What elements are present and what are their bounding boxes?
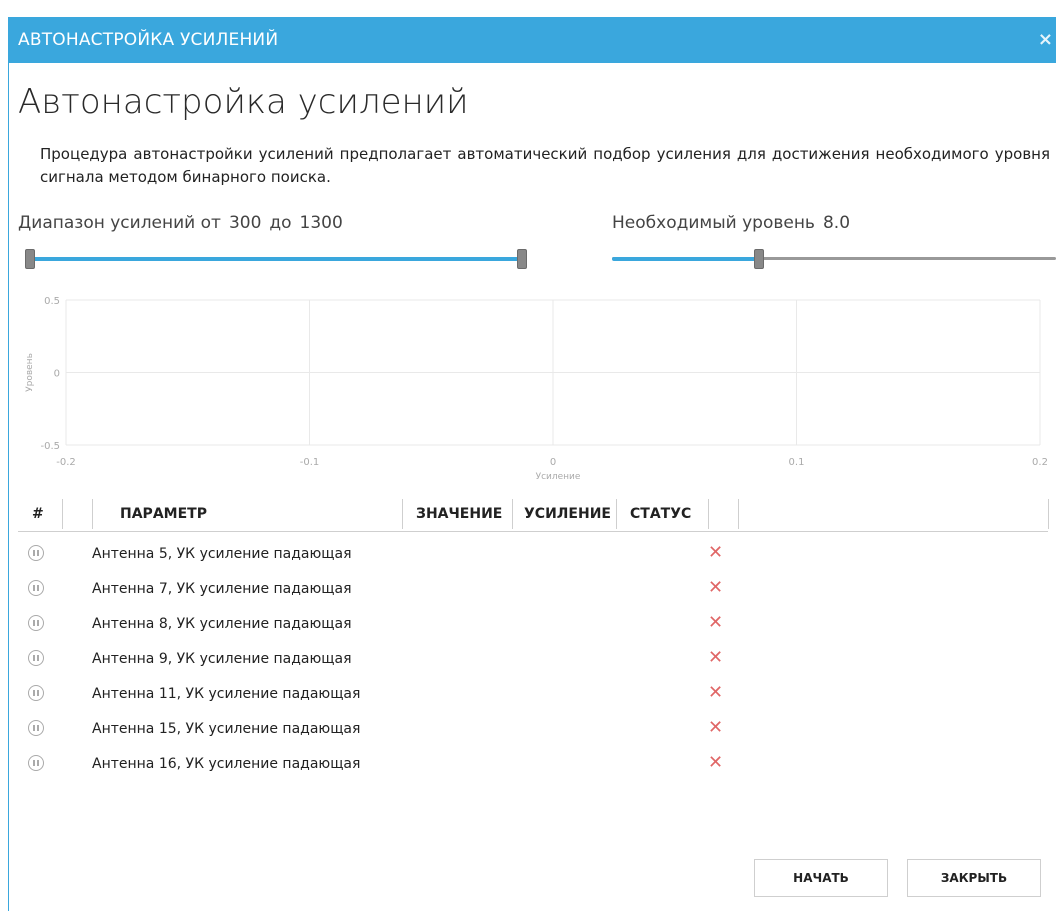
col-separator <box>512 499 513 529</box>
col-header-gain[interactable]: УСИЛЕНИЕ <box>524 497 611 531</box>
chart-x-tick-label: -0.2 <box>56 457 76 468</box>
level-gain-chart: 0.5 0 -0.5 -0.2 -0.1 0 0.1 0.2 Усиление Уровень <box>18 290 1048 490</box>
chart-y-tick-label: 0.5 <box>44 296 60 307</box>
row-param: Антенна 5, УК усиление падающая <box>92 546 352 562</box>
start-button[interactable]: НАЧАТЬ <box>754 859 888 897</box>
row-param: Антенна 16, УК усиление падающая <box>92 756 361 772</box>
chart-svg: 0.5 0 -0.5 -0.2 -0.1 0 0.1 0.2 Усиление Уровень <box>25 296 1048 482</box>
table-row: Антенна 11, УК усиление падающая ✕ <box>18 677 1048 712</box>
close-icon[interactable]: × <box>1038 29 1053 50</box>
close-icon[interactable]: ✕ <box>708 542 723 563</box>
row-param: Антенна 11, УК усиление падающая <box>92 686 361 702</box>
pause-circle-icon[interactable] <box>28 685 44 701</box>
gain-range-track[interactable] <box>30 257 520 261</box>
table-row: Антенна 8, УК усиление падающая ✕ <box>18 607 1048 642</box>
table-row: Антенна 15, УК усиление падающая ✕ <box>18 712 1048 747</box>
close-icon[interactable]: ✕ <box>708 577 723 598</box>
required-level-handle[interactable] <box>753 249 764 269</box>
chart-y-axis-label: Уровень <box>25 353 35 392</box>
chart-x-axis-label: Усиление <box>536 472 581 482</box>
row-param: Антенна 15, УК усиление падающая <box>92 721 361 737</box>
close-icon[interactable]: ✕ <box>708 612 723 633</box>
gain-range-label: Диапазон усилений от 300 до 1300 <box>18 213 351 233</box>
table-row: Антенна 5, УК усиление падающая ✕ <box>18 537 1048 572</box>
table-row: Антенна 7, УК усиление падающая ✕ <box>18 572 1048 607</box>
chart-x-tick-label: -0.1 <box>300 457 320 468</box>
page-title: Автонастройка усилений <box>18 82 469 122</box>
close-icon[interactable]: ✕ <box>708 682 723 703</box>
dialog-titlebar: АВТОНАСТРОЙКА УСИЛЕНИЙ × <box>9 17 1056 63</box>
pause-circle-icon[interactable] <box>28 650 44 666</box>
col-separator <box>616 499 617 529</box>
required-level-label: Необходимый уровень 8.0 <box>612 213 858 233</box>
close-icon[interactable]: ✕ <box>708 717 723 738</box>
col-separator <box>62 499 63 529</box>
gain-range-to: 1300 <box>299 213 343 233</box>
close-button[interactable]: ЗАКРЫТЬ <box>907 859 1041 897</box>
dialog-title: АВТОНАСТРОЙКА УСИЛЕНИЙ <box>18 30 279 50</box>
pause-circle-icon[interactable] <box>28 720 44 736</box>
required-level-fill <box>612 257 759 261</box>
col-header-param[interactable]: ПАРАМЕТР <box>120 497 207 531</box>
pause-circle-icon[interactable] <box>28 545 44 561</box>
required-level-text: Необходимый уровень <box>612 213 815 233</box>
close-icon[interactable]: ✕ <box>708 647 723 668</box>
chart-y-tick-label: 0 <box>54 369 60 380</box>
pause-circle-icon[interactable] <box>28 580 44 596</box>
table-row: Антенна 9, УК усиление падающая ✕ <box>18 642 1048 677</box>
chart-x-tick-label: 0.2 <box>1032 457 1048 468</box>
col-separator <box>738 499 739 529</box>
col-separator <box>92 499 93 529</box>
required-level-value: 8.0 <box>822 213 851 233</box>
col-separator <box>402 499 403 529</box>
row-param: Антенна 8, УК усиление падающая <box>92 616 352 632</box>
gain-range-min-handle[interactable] <box>25 249 35 269</box>
pause-circle-icon[interactable] <box>28 615 44 631</box>
chart-x-tick-label: 0.1 <box>789 457 805 468</box>
col-header-index[interactable]: # <box>32 497 44 531</box>
gain-range-prefix: Диапазон усилений от <box>18 213 221 233</box>
gain-range-from: 300 <box>228 213 262 233</box>
gain-range-to-word: до <box>269 213 292 233</box>
chart-x-tick-label: 0 <box>550 457 556 468</box>
description-text: Процедура автонастройки усилений предпол… <box>40 145 1050 186</box>
col-separator <box>1048 499 1049 529</box>
col-header-status[interactable]: СТАТУС <box>630 497 691 531</box>
pause-circle-icon[interactable] <box>28 755 44 771</box>
table-row: Антенна 16, УК усиление падающая ✕ <box>18 747 1048 782</box>
col-separator <box>708 499 709 529</box>
row-param: Антенна 9, УК усиление падающая <box>92 651 352 667</box>
table-header: # ПАРАМЕТР ЗНАЧЕНИЕ УСИЛЕНИЕ СТАТУС <box>18 497 1049 532</box>
close-icon[interactable]: ✕ <box>708 752 723 773</box>
chart-y-tick-label: -0.5 <box>40 441 60 452</box>
row-param: Антенна 7, УК усиление падающая <box>92 581 352 597</box>
col-header-value[interactable]: ЗНАЧЕНИЕ <box>416 497 502 531</box>
gain-range-max-handle[interactable] <box>517 249 527 269</box>
